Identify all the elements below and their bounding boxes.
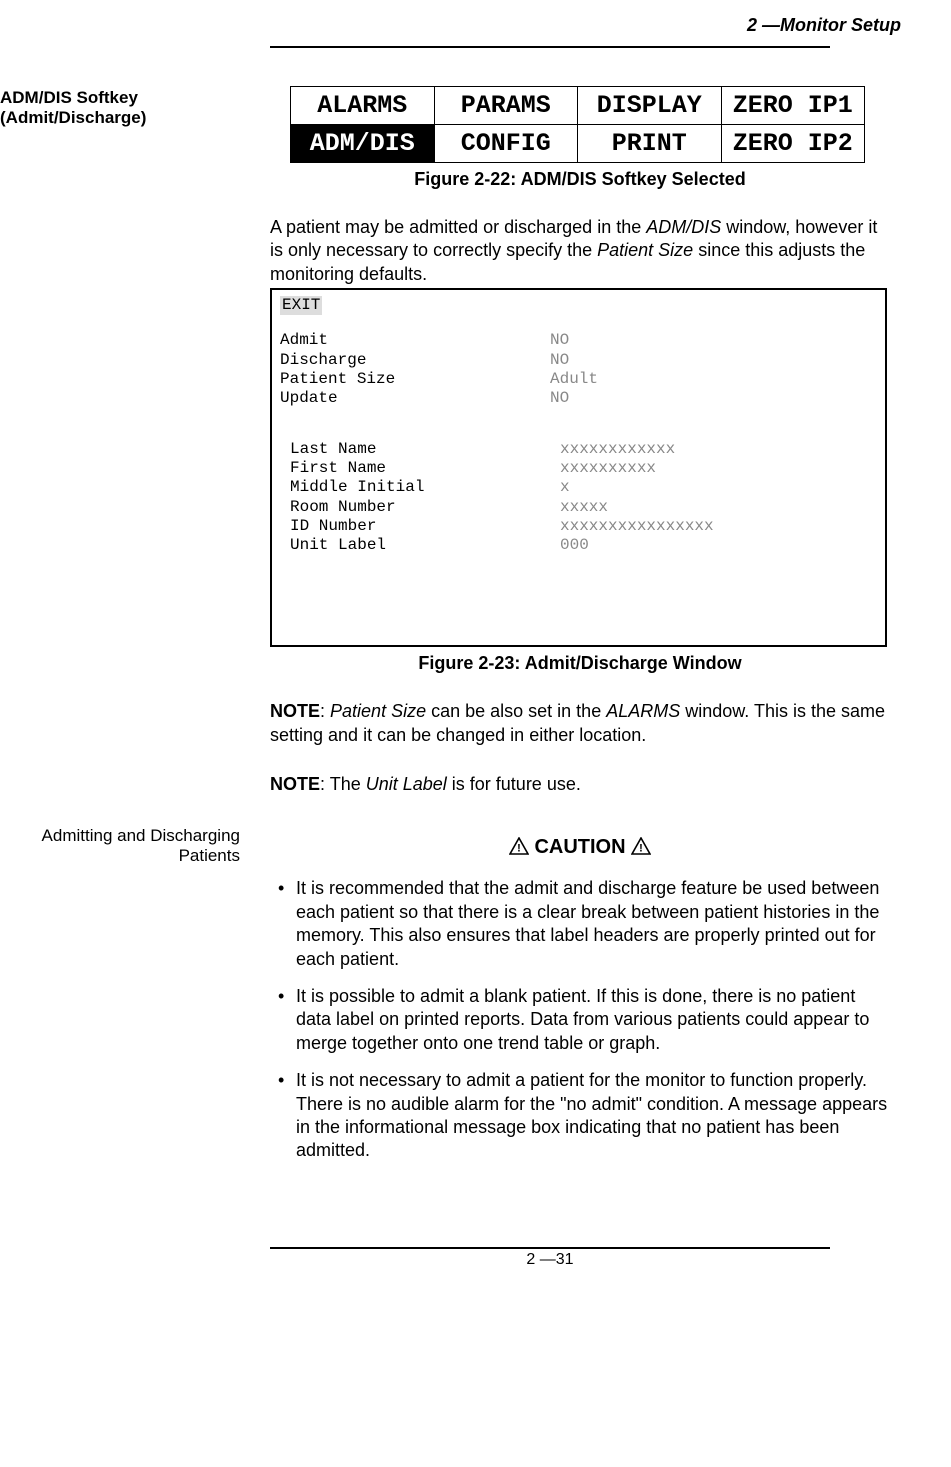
text-italic: Patient Size: [597, 240, 693, 260]
caution-text: CAUTION: [534, 836, 625, 858]
paragraph-intro: A patient may be admitted or discharged …: [270, 216, 890, 286]
field-value[interactable]: NO: [550, 389, 569, 408]
text-italic: ALARMS: [606, 701, 680, 721]
field-value[interactable]: NO: [550, 331, 569, 350]
page-number: 2 —31: [270, 1251, 830, 1269]
softkey-params[interactable]: PARAMS: [434, 87, 578, 125]
text-italic: Unit Label: [366, 774, 447, 794]
field-label: Last Name: [280, 440, 560, 459]
field-label: First Name: [280, 459, 560, 478]
note-2: NOTE: The Unit Label is for future use.: [270, 773, 890, 796]
field-label: Admit: [280, 331, 550, 350]
text: is for future use.: [447, 774, 581, 794]
caution-heading: ! CAUTION !: [270, 836, 890, 861]
field-label: Discharge: [280, 351, 550, 370]
figure-caption-1: Figure 2-22: ADM/DIS Softkey Selected: [270, 169, 890, 190]
softkey-admdis[interactable]: ADM/DIS: [291, 125, 435, 163]
warning-icon: !: [631, 837, 651, 861]
exit-option[interactable]: EXIT: [280, 296, 322, 315]
text-italic: Patient Size: [330, 701, 426, 721]
field-value[interactable]: x: [560, 478, 570, 497]
softkey-alarms[interactable]: ALARMS: [291, 87, 435, 125]
softkey-zero-ip2[interactable]: ZERO IP2: [721, 125, 865, 163]
text: : The: [320, 774, 366, 794]
note-prefix: NOTE: [270, 701, 320, 721]
field-label: Patient Size: [280, 370, 550, 389]
field-value[interactable]: NO: [550, 351, 569, 370]
field-value[interactable]: xxxxx: [560, 498, 608, 517]
note-1: NOTE: Patient Size can be also set in th…: [270, 700, 890, 747]
field-value[interactable]: xxxxxxxxxxxx: [560, 440, 675, 459]
figure-caption-2: Figure 2-23: Admit/Discharge Window: [270, 653, 890, 674]
softkey-display[interactable]: DISPLAY: [578, 87, 722, 125]
field-value[interactable]: xxxxxxxxxxxxxxxx: [560, 517, 714, 536]
text-italic: ADM/DIS: [646, 217, 721, 237]
list-item: It is possible to admit a blank patient.…: [270, 985, 890, 1055]
field-label: ID Number: [280, 517, 560, 536]
field-value[interactable]: Adult: [550, 370, 598, 389]
text: :: [320, 701, 330, 721]
side-heading-admdis: ADM/DIS Softkey (Admit/Discharge): [0, 78, 270, 796]
top-rule: [270, 46, 830, 48]
softkey-table: ALARMS PARAMS DISPLAY ZERO IP1 ADM/DIS C…: [290, 86, 865, 163]
admdis-window: EXIT AdmitNO DischargeNO Patient SizeAdu…: [270, 288, 887, 647]
list-item: It is not necessary to admit a patient f…: [270, 1069, 890, 1163]
note-prefix: NOTE: [270, 774, 320, 794]
text: A patient may be admitted or discharged …: [270, 217, 646, 237]
field-label: Update: [280, 389, 550, 408]
running-header: 2 —Monitor Setup: [0, 15, 911, 36]
text: can be also set in the: [426, 701, 606, 721]
softkey-print[interactable]: PRINT: [578, 125, 722, 163]
bottom-rule: [270, 1247, 830, 1249]
field-value[interactable]: xxxxxxxxxx: [560, 459, 656, 478]
field-label: Middle Initial: [280, 478, 560, 497]
list-item: It is recommended that the admit and dis…: [270, 877, 890, 971]
side-heading-admitting: Admitting and Discharging Patients: [0, 816, 270, 1176]
caution-list: It is recommended that the admit and dis…: [270, 877, 890, 1162]
svg-text:!: !: [639, 843, 643, 855]
softkey-config[interactable]: CONFIG: [434, 125, 578, 163]
field-label: Room Number: [280, 498, 560, 517]
warning-icon: !: [509, 837, 529, 861]
field-value[interactable]: 000: [560, 536, 589, 555]
softkey-zero-ip1[interactable]: ZERO IP1: [721, 87, 865, 125]
svg-text:!: !: [517, 843, 521, 855]
field-label: Unit Label: [280, 536, 560, 555]
